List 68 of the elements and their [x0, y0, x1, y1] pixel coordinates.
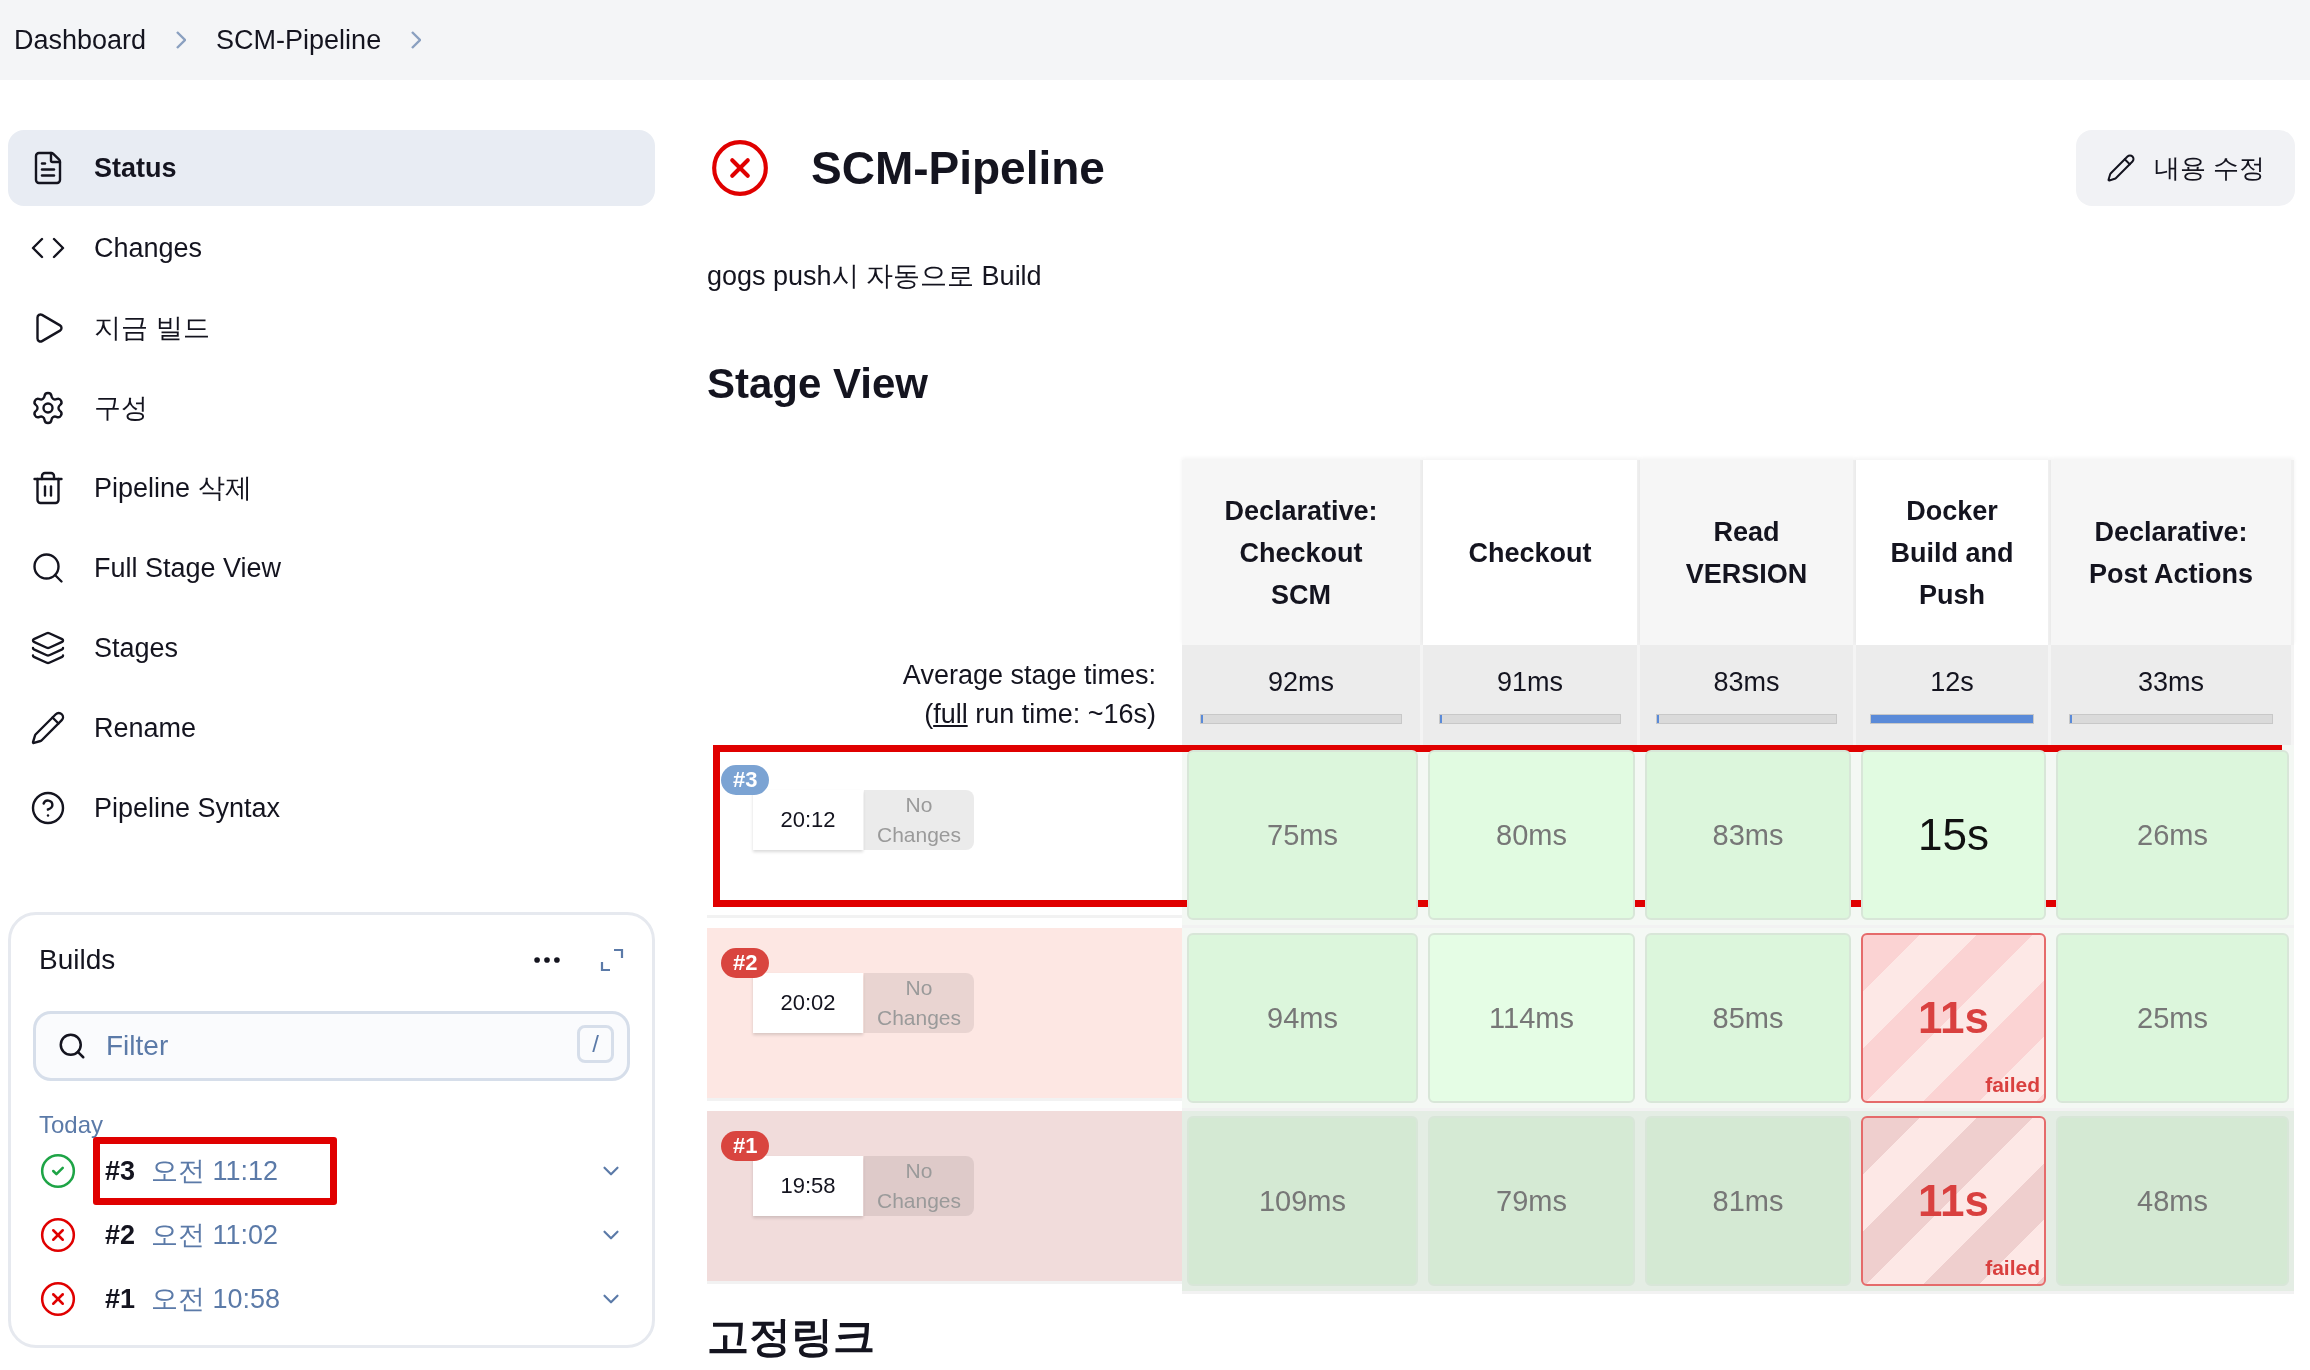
pencil-icon	[2105, 153, 2136, 183]
stage-cell[interactable]: 83ms	[1645, 750, 1851, 920]
help-icon	[30, 790, 66, 826]
section-title: 고정링크	[707, 1312, 876, 1362]
shortcut-key: /	[577, 1025, 614, 1063]
full-link[interactable]: full	[933, 699, 968, 729]
run-time[interactable]: 19:58	[753, 1156, 863, 1216]
average-time: 83ms	[1713, 666, 1780, 698]
stage-header: Declarative: Checkout SCM	[1182, 460, 1423, 645]
trash-icon	[30, 470, 66, 506]
sidebar-item[interactable]: Stages	[8, 610, 655, 686]
failed-label: failed	[1985, 1073, 2040, 1097]
sidebar-item[interactable]: Pipeline 삭제	[8, 450, 655, 526]
build-number[interactable]: #2	[721, 948, 770, 978]
stage-cell[interactable]: 109ms	[1187, 1116, 1418, 1286]
average-time: 92ms	[1268, 666, 1334, 698]
search-icon	[30, 550, 66, 586]
search-icon	[57, 1031, 87, 1061]
stage-cell[interactable]: 11s failed	[1861, 933, 2046, 1103]
full-run-time: (full run time: ~16s)	[924, 699, 1156, 730]
sidebar-item[interactable]: 구성	[8, 370, 655, 446]
stage-header: Checkout	[1423, 460, 1640, 645]
panel-title: Builds	[39, 944, 116, 976]
build-link[interactable]: #1 오전 10:58	[95, 1275, 291, 1323]
stage-cell[interactable]: 80ms	[1428, 750, 1635, 920]
stage-cell[interactable]: 94ms	[1187, 933, 1418, 1103]
expand-icon[interactable]	[600, 948, 624, 972]
layers-icon	[30, 630, 66, 666]
stage-header: Read VERSION	[1640, 460, 1856, 645]
run-time[interactable]: 20:12	[753, 790, 863, 850]
build-number[interactable]: #1	[721, 1131, 770, 1161]
sidebar-item[interactable]: Rename	[8, 690, 655, 766]
chevron-right-icon	[176, 31, 187, 49]
stage-cell[interactable]: 48ms	[2056, 1116, 2289, 1286]
sidebar-item[interactable]: Full Stage View	[8, 530, 655, 606]
build-link[interactable]: #3 오전 11:12	[95, 1147, 289, 1195]
stage-cell[interactable]: 11s failed	[1861, 1116, 2046, 1286]
sidebar-item[interactable]: Changes	[8, 210, 655, 286]
stage-cell[interactable]: 25ms	[2056, 933, 2289, 1103]
failed-label: failed	[1985, 1256, 2040, 1280]
breadcrumb-link[interactable]: Dashboard	[14, 24, 147, 56]
edit-button[interactable]: 내용 수정	[2075, 130, 2295, 206]
stage-cell[interactable]: 26ms	[2056, 750, 2289, 920]
build-link[interactable]: #2 오전 11:02	[95, 1211, 289, 1259]
page-title: SCM-Pipeline	[811, 141, 1105, 195]
description: gogs push시 자동으로 Build	[707, 260, 1043, 293]
stage-cell[interactable]: 114ms	[1428, 933, 1635, 1103]
stage-header: Declarative: Post Actions	[2051, 460, 2294, 645]
sidebar-item[interactable]: Pipeline Syntax	[8, 770, 655, 846]
stage-cell[interactable]: 81ms	[1645, 1116, 1851, 1286]
average-label: Average stage times:	[902, 660, 1156, 691]
sidebar-item[interactable]: Status	[8, 130, 655, 206]
chevron-right-icon	[411, 31, 422, 49]
stage-cell[interactable]: 15s	[1861, 750, 2046, 920]
average-time: 33ms	[2138, 666, 2204, 698]
sidebar-item[interactable]: 지금 빌드	[8, 290, 655, 366]
average-time: 12s	[1930, 666, 1974, 698]
stage-cell[interactable]: 75ms	[1187, 750, 1418, 920]
section-title: Stage View	[707, 360, 929, 408]
group-label: Today	[38, 1111, 105, 1139]
pencil-icon	[30, 710, 66, 746]
stage-header: Docker Build and Push	[1856, 460, 2051, 645]
settings-icon	[30, 390, 66, 426]
stage-cell[interactable]: 79ms	[1428, 1116, 1635, 1286]
run-time[interactable]: 20:02	[753, 973, 863, 1033]
breadcrumb-link[interactable]: SCM-Pipeline	[216, 24, 382, 56]
average-time: 91ms	[1497, 666, 1563, 698]
stage-cell[interactable]: 85ms	[1645, 933, 1851, 1103]
